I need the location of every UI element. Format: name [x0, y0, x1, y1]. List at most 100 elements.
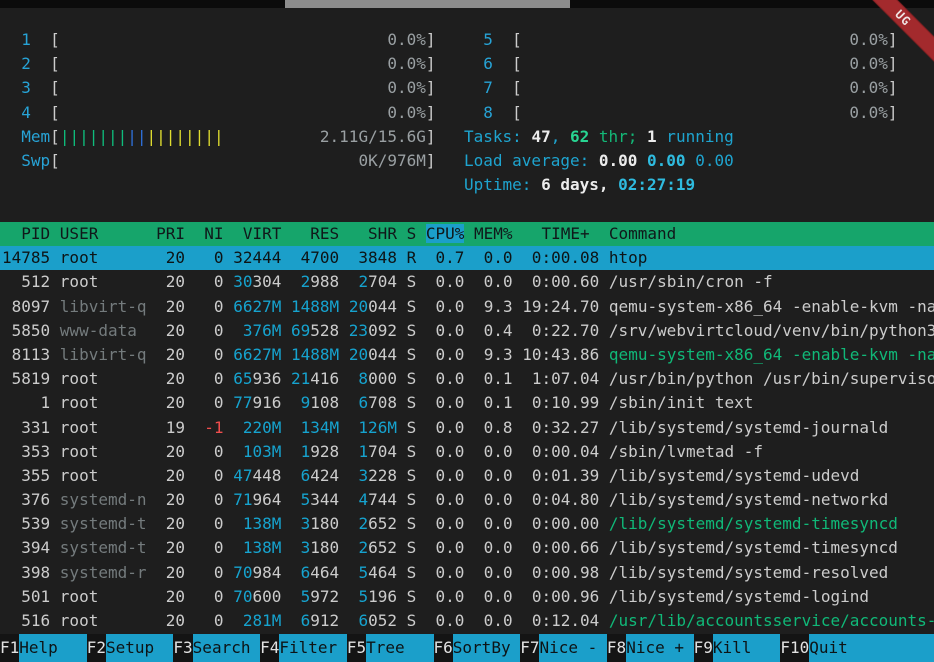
fkey-f2-setup[interactable]: F2Setup — [87, 634, 174, 662]
fkey-f7-nice-[interactable]: F7Nice - — [520, 634, 607, 662]
text-segment: 6627M — [233, 345, 281, 364]
text-segment: || — [127, 127, 146, 146]
process-row-355[interactable]: 355 root 20 0 47448 6424 3228 S 0.0 0.0 … — [0, 464, 934, 488]
text-segment: running — [657, 127, 734, 146]
text-segment: ] — [426, 54, 436, 73]
text-segment: 448 — [252, 466, 300, 485]
text-segment: 20 0 — [147, 297, 234, 316]
text-segment: [ — [493, 78, 522, 97]
process-row-516[interactable]: 516 root 20 0 281M 6912 6052 S 0.0 0.0 0… — [0, 609, 934, 633]
fkey-f5-tree[interactable]: F5Tree — [347, 634, 434, 662]
text-segment: 70 — [233, 563, 252, 582]
process-row-1[interactable]: 1 root 20 0 77916 9108 6708 S 0.0 0.1 0:… — [0, 391, 934, 415]
process-row-539[interactable]: 539 systemd-t 20 0 138M 3180 2652 S 0.0 … — [0, 512, 934, 536]
text-segment: 501 root 20 0 — [2, 587, 233, 606]
text-segment: 20 0 — [147, 490, 234, 509]
text-segment: 984 — [252, 563, 300, 582]
process-row-394[interactable]: 394 systemd-t 20 0 138M 3180 2652 S 0.0 … — [0, 536, 934, 560]
meter-1: 1 [ 0.0%] — [2, 28, 436, 52]
fkey-f8-nice-[interactable]: F8Nice + — [607, 634, 694, 662]
text-segment: 0.0% — [849, 54, 888, 73]
fkey-action-label: Help — [19, 634, 86, 662]
process-row-8097[interactable]: 8097 libvirt-q 20 0 6627M 1488M 20044 S … — [0, 295, 934, 319]
fkey-f3-search[interactable]: F3Search — [173, 634, 260, 662]
process-row-501[interactable]: 501 root 20 0 70600 5972 5196 S 0.0 0.0 … — [0, 585, 934, 609]
text-segment: 539 — [2, 514, 60, 533]
text-segment: 47 — [233, 466, 252, 485]
text-segment: ||||||| — [60, 127, 127, 146]
text-segment: 23 — [349, 321, 368, 340]
text-segment: 6 — [358, 611, 368, 630]
text-segment: 0.0% — [387, 30, 426, 49]
fkey-action-label: Quit — [809, 634, 848, 662]
text-segment: 912 — [310, 611, 358, 630]
text-segment: 052 S 0.0 0.0 0:12.04 — [368, 611, 609, 630]
process-row-331[interactable]: 331 root 19 -1 220M 134M 126M S 0.0 0.8 … — [0, 416, 934, 440]
text-segment: 1 — [358, 442, 368, 461]
text-segment: 0.00 — [695, 151, 734, 170]
text-segment: 652 S 0.0 0.0 0:00.00 — [368, 514, 609, 533]
process-row-8113[interactable]: 8113 libvirt-q 20 0 6627M 1488M 20044 S … — [0, 343, 934, 367]
process-table: PID USER PRI NI VIRT RES SHR S CPU% MEM%… — [0, 222, 934, 633]
process-row-5819[interactable]: 5819 root 20 0 65936 21416 8000 S 0.0 0.… — [0, 367, 934, 391]
text-segment: 355 root 20 0 — [2, 466, 233, 485]
process-row-376[interactable]: 376 systemd-n 20 0 71964 5344 4744 S 0.0… — [0, 488, 934, 512]
text-segment — [464, 30, 483, 49]
meter-3: 3 [ 0.0%] — [2, 76, 436, 100]
text-segment: ] — [888, 54, 898, 73]
text-segment: 5819 root 20 0 — [2, 369, 233, 388]
text-segment: 704 S 0.0 0.0 0:00.04 /sbin/lvmetad -f — [368, 442, 763, 461]
text-segment: 20 0 — [147, 345, 234, 364]
text-segment: 2 — [301, 272, 311, 291]
process-row-398[interactable]: 398 systemd-r 20 0 70984 6464 5464 S 0.0… — [0, 561, 934, 585]
text-segment: 71 — [233, 490, 252, 509]
text-segment: libvirt-q — [60, 297, 147, 316]
text-segment: systemd-r — [60, 563, 147, 582]
text-segment — [281, 418, 300, 437]
text-segment — [522, 54, 850, 73]
meter-4: 4 [ 0.0%] — [2, 101, 436, 125]
text-segment: 228 S 0.0 0.0 0:01.39 /lib/systemd/syste… — [368, 466, 859, 485]
text-segment: 0.0% — [387, 103, 426, 122]
text-segment: 65 — [233, 369, 252, 388]
column-headers[interactable]: PID USER PRI NI VIRT RES SHR S — [2, 224, 426, 243]
text-segment: 600 — [252, 587, 300, 606]
process-table-header[interactable]: PID USER PRI NI VIRT RES SHR S CPU% MEM%… — [0, 222, 934, 246]
process-row-512[interactable]: 512 root 20 0 30304 2988 2704 S 0.0 0.0 … — [0, 270, 934, 294]
text-segment: 2 — [21, 54, 31, 73]
text-segment: 0.0% — [849, 103, 888, 122]
process-row-353[interactable]: 353 root 20 0 103M 1928 1704 S 0.0 0.0 0… — [0, 440, 934, 464]
text-segment — [281, 345, 291, 364]
fkey-key-label: F7 — [520, 634, 539, 662]
fkey-action-label: Setup — [106, 634, 173, 662]
fkey-f9-kill[interactable]: F9Kill — [694, 634, 781, 662]
text-segment: 47 — [531, 127, 550, 146]
process-row-5850[interactable]: 5850 www-data 20 0 376M 69528 23092 S 0.… — [0, 319, 934, 343]
meter-2: 2 [ 0.0%] — [2, 52, 436, 76]
text-segment: 398 — [2, 563, 60, 582]
window-tab-handle[interactable] — [285, 0, 570, 8]
text-segment: 3 — [358, 466, 368, 485]
text-segment: 5 — [301, 587, 311, 606]
text-segment — [2, 103, 21, 122]
text-segment: 5 — [358, 587, 368, 606]
text-segment: 180 — [310, 514, 358, 533]
text-segment — [2, 30, 21, 49]
text-segment: 972 — [310, 587, 358, 606]
text-segment — [339, 418, 358, 437]
text-segment: ] — [888, 30, 898, 49]
text-segment: 0.0% — [387, 78, 426, 97]
text-segment: 70 — [233, 587, 252, 606]
fkey-f4-filter[interactable]: F4Filter — [260, 634, 347, 662]
text-segment: 14785 root 20 0 32444 4700 3848 R 0.7 0.… — [2, 248, 647, 267]
fkey-f10-quit[interactable]: F10Quit — [780, 634, 847, 662]
text-segment: 4 — [21, 103, 31, 122]
process-row-14785[interactable]: 14785 root 20 0 32444 4700 3848 R 0.7 0.… — [0, 246, 934, 270]
htop-terminal-window: UG 1 [ 0.0%] 2 [ 0.0%] 3 [ 0.0%] 4 [ 0.0… — [0, 0, 934, 662]
fkey-f1-help[interactable]: F1Help — [0, 634, 87, 662]
column-headers[interactable]: MEM% TIME+ Command — [464, 224, 676, 243]
text-segment: 5850 — [2, 321, 60, 340]
fkey-f6-sortby[interactable]: F6SortBy — [434, 634, 521, 662]
text-segment: 1488M — [291, 297, 339, 316]
column-header-sort-cpu[interactable]: CPU% — [426, 224, 465, 243]
